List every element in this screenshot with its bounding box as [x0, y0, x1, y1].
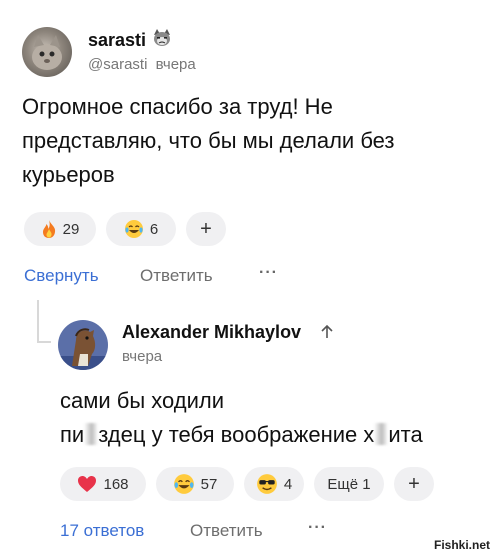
- reply-text: сами бы ходили пи здец у тебя воображение…: [60, 388, 423, 447]
- arrow-up-icon[interactable]: [320, 324, 334, 340]
- comment-text: Огромное спасибо за труд! Не представляю…: [22, 94, 395, 187]
- reply-time: вчера: [122, 348, 163, 365]
- thread-line: [37, 300, 39, 342]
- reply-button[interactable]: Ответить: [190, 521, 263, 541]
- reaction-laughing[interactable]: 6: [106, 212, 176, 246]
- thread-line-branch: [37, 341, 51, 343]
- reaction-fire[interactable]: 29: [24, 212, 96, 246]
- reaction-heart[interactable]: 168: [60, 467, 146, 501]
- heart-icon: [78, 476, 97, 492]
- grumpy-cat-badge-icon: [152, 28, 172, 48]
- reply-avatar[interactable]: [58, 320, 108, 370]
- comment-handle[interactable]: @sarasti: [88, 56, 147, 73]
- reaction-sunglasses[interactable]: 4: [244, 467, 304, 501]
- reply-username[interactable]: Alexander Mikhaylov: [122, 322, 301, 343]
- more-reactions-button[interactable]: Ещё 1: [314, 467, 384, 501]
- reaction-count: 29: [62, 220, 80, 238]
- censor-blur: [374, 423, 389, 445]
- horse-avatar-icon: [58, 328, 108, 370]
- reaction-count: 4: [283, 475, 293, 493]
- more-options-icon[interactable]: ···: [308, 519, 327, 537]
- comment-meta: @sarasti вчера: [88, 56, 196, 73]
- comment-time: вчера: [155, 56, 196, 73]
- reaction-count: 6: [149, 220, 159, 238]
- sunglasses-emoji-icon: [256, 474, 277, 494]
- reaction-laughing[interactable]: 57: [156, 467, 234, 501]
- laughing-tears-emoji-icon: [173, 474, 194, 494]
- add-reaction-button[interactable]: +: [186, 212, 226, 246]
- laughing-tears-emoji-icon: [124, 220, 143, 238]
- replies-count-link[interactable]: 17 ответов: [60, 521, 144, 541]
- censor-blur: [84, 423, 99, 445]
- add-reaction-button[interactable]: +: [394, 467, 434, 501]
- fire-icon: [42, 220, 55, 238]
- collapse-button[interactable]: Свернуть: [24, 266, 99, 286]
- comment-username[interactable]: sarasti: [88, 30, 146, 51]
- reaction-count: 168: [103, 475, 129, 493]
- more-options-icon[interactable]: ···: [259, 264, 278, 282]
- avatar[interactable]: [22, 27, 72, 77]
- reaction-count: 57: [200, 475, 218, 493]
- cat-photo-icon: [32, 35, 62, 70]
- reply-button[interactable]: Ответить: [140, 266, 213, 286]
- watermark: Fishki.net: [434, 538, 491, 552]
